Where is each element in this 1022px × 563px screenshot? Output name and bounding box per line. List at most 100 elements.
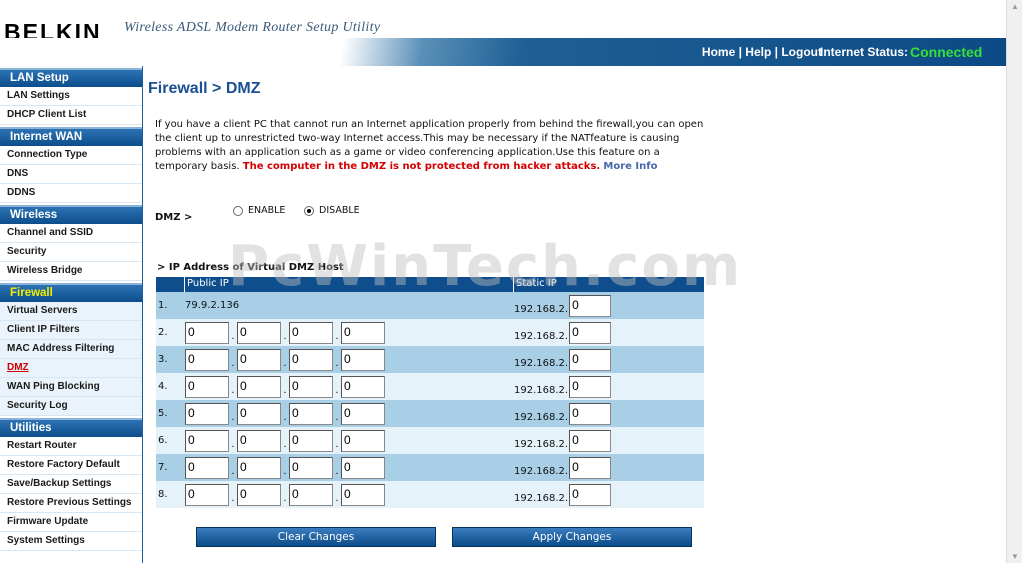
- public-ip-octet-input[interactable]: 0: [289, 348, 333, 371]
- sidebar-item-firmware-update[interactable]: Firmware Update: [0, 513, 142, 532]
- apply-changes-button[interactable]: Apply Changes: [452, 527, 692, 547]
- ip-dot-separator: .: [283, 412, 287, 423]
- public-ip-octet-input[interactable]: 0: [341, 402, 385, 425]
- sidebar-item-wan-ping-blocking[interactable]: WAN Ping Blocking: [0, 378, 142, 397]
- clear-changes-button[interactable]: Clear Changes: [196, 527, 436, 547]
- static-ip-prefix: 192.168.2.: [514, 304, 569, 315]
- public-ip-octet-input[interactable]: 0: [237, 348, 281, 371]
- table-row: 3. 0. 0. 0. 0 192.168.2. 0: [156, 346, 704, 373]
- public-ip-octet-input[interactable]: 0: [237, 429, 281, 452]
- top-links: Home | Help | Logout: [701, 45, 822, 59]
- public-ip-cell: 0.0.0.0: [184, 375, 513, 398]
- public-ip-octet-input[interactable]: 0: [289, 456, 333, 479]
- sidebar-item-wireless-bridge[interactable]: Wireless Bridge: [0, 262, 142, 281]
- static-ip-input[interactable]: 0: [569, 456, 612, 479]
- sidebar-item-restart-router[interactable]: Restart Router: [0, 437, 142, 456]
- sidebar-item-system-settings[interactable]: System Settings: [0, 532, 142, 551]
- public-ip-octet-input[interactable]: 0: [341, 321, 385, 344]
- sidebar-item-security[interactable]: Security: [0, 243, 142, 262]
- public-ip-octet-input[interactable]: 0: [341, 348, 385, 371]
- public-ip-cell: 0.0.0.0: [184, 429, 513, 452]
- sidebar-item-save-backup-settings[interactable]: Save/Backup Settings: [0, 475, 142, 494]
- sidebar-item-dhcp-client-list[interactable]: DHCP Client List: [0, 106, 142, 125]
- sidebar-item-restore-factory-default[interactable]: Restore Factory Default: [0, 456, 142, 475]
- public-ip-cell: 0.0.0.0: [184, 348, 513, 371]
- public-ip-cell: 0.0.0.0: [184, 402, 513, 425]
- public-ip-octet-input[interactable]: 0: [185, 483, 229, 506]
- sidebar-section-lan-setup[interactable]: LAN Setup: [0, 68, 142, 87]
- row-number: 6.: [158, 435, 168, 446]
- ip-dot-separator: .: [335, 439, 339, 450]
- table-header: Public IP Static IP: [156, 277, 704, 292]
- public-ip-octet-input[interactable]: 0: [237, 402, 281, 425]
- ip-dot-separator: .: [335, 466, 339, 477]
- public-ip-octet-input[interactable]: 0: [289, 483, 333, 506]
- home-link[interactable]: Home: [702, 45, 735, 59]
- public-ip-octet-input[interactable]: 0: [237, 375, 281, 398]
- vertical-scrollbar[interactable]: ▲ ▼: [1006, 0, 1022, 563]
- table-row: 7. 0. 0. 0. 0 192.168.2. 0: [156, 454, 704, 481]
- enable-radio[interactable]: ENABLE: [233, 205, 285, 216]
- public-ip-octet-input[interactable]: 0: [185, 321, 229, 344]
- sidebar-item-virtual-servers[interactable]: Virtual Servers: [0, 302, 142, 321]
- static-ip-input[interactable]: 0: [569, 483, 612, 506]
- ip-dot-separator: .: [335, 331, 339, 342]
- sidebar-item-ddns[interactable]: DDNS: [0, 184, 142, 203]
- sidebar-item-restore-previous-settings[interactable]: Restore Previous Settings: [0, 494, 142, 513]
- ip-dot-separator: .: [231, 412, 235, 423]
- public-ip-octet-input[interactable]: 0: [237, 483, 281, 506]
- sidebar-section-internet-wan[interactable]: Internet WAN: [0, 127, 142, 146]
- public-ip-octet-input[interactable]: 0: [185, 429, 229, 452]
- public-ip-octet-input[interactable]: 0: [185, 348, 229, 371]
- static-ip-cell: 192.168.2. 0: [513, 483, 704, 506]
- public-ip-octet-input[interactable]: 0: [341, 483, 385, 506]
- sidebar-item-connection-type[interactable]: Connection Type: [0, 146, 142, 165]
- sidebar-item-lan-settings[interactable]: LAN Settings: [0, 87, 142, 106]
- public-ip-octet-input[interactable]: 0: [185, 456, 229, 479]
- sidebar-item-mac-address-filtering[interactable]: MAC Address Filtering: [0, 340, 142, 359]
- public-ip-octet-input[interactable]: 0: [341, 375, 385, 398]
- sidebar-section-wireless[interactable]: Wireless: [0, 205, 142, 224]
- static-ip-input[interactable]: 0: [569, 348, 612, 371]
- disable-radio[interactable]: DISABLE: [304, 205, 360, 216]
- public-ip-octet-input[interactable]: 0: [341, 429, 385, 452]
- ip-dot-separator: .: [231, 493, 235, 504]
- disable-radio-button[interactable]: [304, 205, 314, 216]
- public-ip-octet-input[interactable]: 0: [185, 402, 229, 425]
- sidebar-section-utilities[interactable]: Utilities: [0, 418, 142, 437]
- public-ip-octet-input[interactable]: 0: [289, 429, 333, 452]
- table-row: 8. 0. 0. 0. 0 192.168.2. 0: [156, 481, 704, 508]
- sidebar-item-dns[interactable]: DNS: [0, 165, 142, 184]
- static-ip-input[interactable]: 0: [569, 321, 612, 344]
- static-ip-input[interactable]: 0: [569, 429, 612, 452]
- ip-dot-separator: .: [283, 358, 287, 369]
- public-ip-octet-input[interactable]: 0: [289, 321, 333, 344]
- logout-link[interactable]: Logout: [781, 45, 822, 59]
- sidebar-item-dmz[interactable]: DMZ: [0, 359, 142, 378]
- static-ip-prefix: 192.168.2.: [514, 358, 569, 369]
- sidebar-item-client-ip-filters[interactable]: Client IP Filters: [0, 321, 142, 340]
- static-ip-cell: 192.168.2. 0: [513, 429, 704, 452]
- help-link[interactable]: Help: [745, 45, 771, 59]
- scroll-down-icon[interactable]: ▼: [1011, 552, 1019, 561]
- static-ip-input[interactable]: 0: [569, 402, 612, 425]
- sidebar-item-channel-ssid[interactable]: Channel and SSID: [0, 224, 142, 243]
- static-ip-prefix: 192.168.2.: [514, 385, 569, 396]
- public-ip-octet-input[interactable]: 0: [237, 321, 281, 344]
- static-ip-input[interactable]: 0: [569, 375, 612, 398]
- ip-dot-separator: .: [231, 385, 235, 396]
- ip-dot-separator: .: [335, 358, 339, 369]
- public-ip-octet-input[interactable]: 0: [289, 402, 333, 425]
- public-ip-octet-input[interactable]: 0: [341, 456, 385, 479]
- enable-radio-button[interactable]: [233, 205, 243, 216]
- sidebar-section-firewall[interactable]: Firewall: [0, 283, 142, 302]
- sidebar-item-security-log[interactable]: Security Log: [0, 397, 142, 416]
- public-ip-octet-input[interactable]: 0: [237, 456, 281, 479]
- static-ip-input[interactable]: 0: [569, 294, 612, 317]
- scroll-up-icon[interactable]: ▲: [1011, 2, 1019, 11]
- more-info-link[interactable]: More Info: [603, 161, 657, 172]
- static-ip-prefix: 192.168.2.: [514, 493, 569, 504]
- public-ip-octet-input[interactable]: 0: [185, 375, 229, 398]
- dmz-label: DMZ >: [155, 212, 193, 223]
- public-ip-octet-input[interactable]: 0: [289, 375, 333, 398]
